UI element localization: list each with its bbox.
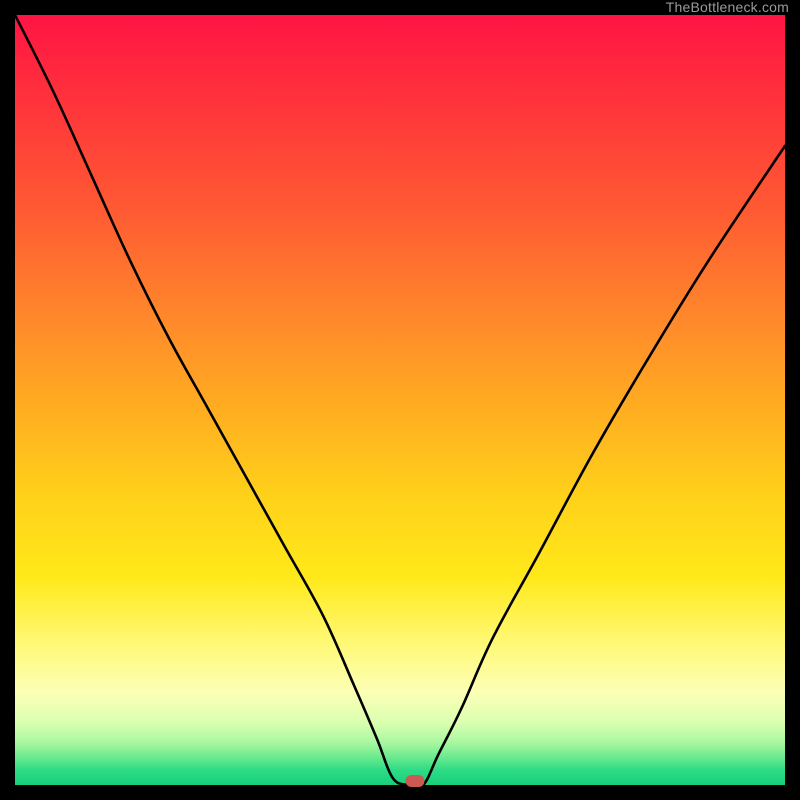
bottleneck-curve — [15, 15, 785, 785]
curve-layer — [15, 15, 785, 785]
chart-frame: TheBottleneck.com — [15, 15, 785, 785]
optimal-point-marker — [406, 775, 425, 787]
plot-area — [15, 15, 785, 785]
watermark-text: TheBottleneck.com — [666, 0, 789, 15]
